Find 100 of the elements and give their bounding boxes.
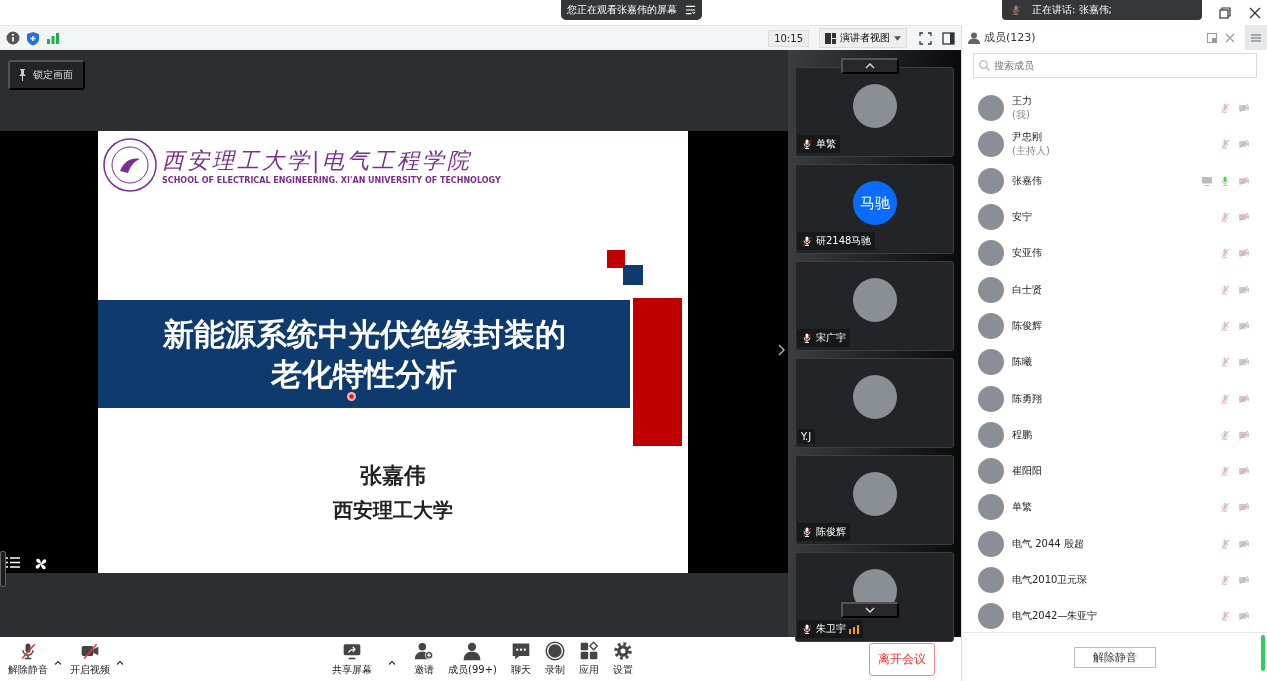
participant-name: 朱卫宇	[816, 622, 846, 636]
member-name: 崔阳阳	[1012, 464, 1043, 479]
view-dropdown[interactable]: 演讲者视图	[819, 28, 907, 48]
audio-level-bar	[1261, 635, 1265, 671]
person-icon	[968, 31, 980, 44]
avatar-photo	[978, 349, 1004, 376]
member-name: 张嘉伟	[1012, 173, 1043, 188]
member-name: 电气 2044 殷超	[1012, 536, 1085, 551]
member-row[interactable]: 安亚伟	[962, 235, 1267, 272]
avatar-photo	[978, 312, 1004, 339]
accent-square-shape	[623, 265, 643, 285]
member-row[interactable]: 安宁	[962, 198, 1267, 236]
avatar-photo	[978, 421, 1004, 448]
participant-name: Y.J	[801, 431, 812, 442]
member-name: 电气2010卫元琛	[1012, 573, 1089, 587]
video-tile[interactable]: 宋广宇	[795, 261, 954, 351]
chevron-down-icon	[865, 607, 875, 613]
video-tile[interactable]: 朱卫宇	[795, 552, 954, 642]
list-icon	[685, 5, 696, 15]
accent-square-shape	[607, 250, 625, 268]
chat-icon	[510, 641, 531, 661]
toolbar-button[interactable]: 应用	[576, 641, 601, 677]
video-tile[interactable]: Y.J	[795, 358, 954, 448]
avatar-photo	[852, 84, 897, 128]
screen-share-icon	[342, 641, 362, 661]
participant-name: 陈俊辉	[816, 525, 846, 539]
member-name: 安亚伟	[1012, 246, 1043, 261]
member-row[interactable]: 单繁	[962, 489, 1267, 526]
toolbar-button[interactable]: 邀请	[412, 641, 436, 677]
banner-text: 您正在观看张嘉伟的屏幕	[567, 3, 677, 17]
member-row[interactable]: 电气 2044 殷超	[962, 525, 1267, 562]
member-row[interactable]: 陈勇翔	[962, 380, 1267, 417]
signal-icon[interactable]	[46, 31, 60, 45]
member-row[interactable]: 电气2042—朱亚宁	[962, 598, 1267, 632]
unmute-button[interactable]: 解除静音	[1073, 646, 1156, 668]
member-row[interactable]: 崔阳阳	[962, 452, 1267, 490]
member-row[interactable]: 尹忠刚 (主持人)	[962, 126, 1267, 163]
toolbar-button[interactable]: 设置	[610, 641, 635, 677]
caret-up-icon[interactable]	[388, 660, 396, 665]
scroll-down-button[interactable]	[841, 602, 899, 618]
fullscreen-icon[interactable]	[919, 31, 932, 45]
toolbar-button[interactable]: 录制	[542, 641, 567, 677]
university-seal-icon	[102, 137, 158, 193]
audio-level-indicator	[0, 551, 6, 587]
panel-title: 成员(123)	[984, 30, 1037, 45]
popout-icon[interactable]	[1207, 32, 1217, 43]
avatar-photo	[852, 472, 897, 516]
close-icon[interactable]	[1249, 6, 1261, 19]
avatar-photo	[978, 458, 1004, 485]
layout-icon	[825, 32, 836, 44]
leave-meeting-button[interactable]: 离开会议	[869, 642, 935, 676]
slide-author: 张嘉伟	[359, 462, 427, 490]
member-name: 尹忠刚	[1012, 130, 1043, 145]
info-icon[interactable]	[6, 31, 20, 45]
member-row[interactable]: 陈俊辉	[962, 307, 1267, 345]
toolbar-button[interactable]: 开启视频	[68, 641, 112, 677]
avatar-photo	[978, 204, 1004, 231]
video-tile[interactable]: 陈俊辉	[795, 455, 954, 545]
sidebar-toggle-icon[interactable]	[942, 31, 955, 45]
shield-icon[interactable]	[26, 30, 40, 46]
toolbar-button[interactable]: 聊天	[508, 641, 533, 677]
flower-icon[interactable]	[34, 557, 48, 571]
toolbar-button[interactable]: 解除静音	[6, 641, 50, 677]
member-row[interactable]: 程鹏	[962, 416, 1267, 453]
avatar-photo	[978, 567, 1004, 593]
chevron-up-icon	[865, 63, 875, 69]
participant-name: 宋广宇	[816, 331, 846, 345]
people-icon	[462, 641, 483, 661]
member-row[interactable]: 电气2010卫元琛	[962, 561, 1267, 599]
avatar-photo	[978, 385, 1004, 412]
member-role: (主持人)	[1012, 144, 1051, 159]
toolbar-button[interactable]: 成员(99+)	[446, 641, 499, 677]
toolbar-button[interactable]: 共享屏幕	[330, 641, 374, 677]
avatar-photo	[978, 530, 1004, 557]
settings-icon	[612, 641, 633, 661]
member-row[interactable]: 王力 (我)	[962, 90, 1267, 127]
video-tile[interactable]: 单繁	[795, 67, 954, 157]
member-row[interactable]: 张嘉伟	[962, 162, 1267, 199]
pointer-icon	[347, 392, 356, 401]
member-row[interactable]: 白士贤	[962, 271, 1267, 308]
logo-title: 西安理工大学|电气工程学院	[162, 146, 474, 176]
avatar-photo	[978, 276, 1004, 303]
list-icon[interactable]	[6, 557, 20, 568]
member-row[interactable]: 陈曦	[962, 344, 1267, 381]
member-name: 陈俊辉	[1012, 318, 1043, 333]
lock-view-button[interactable]: 锁定画面	[8, 60, 85, 90]
caret-icon	[894, 35, 901, 41]
participant-name: 单繁	[816, 137, 836, 151]
slide-affiliation: 西安理工大学	[332, 497, 454, 524]
caret-up-icon[interactable]	[116, 660, 124, 665]
avatar-photo	[978, 240, 1004, 267]
restore-icon[interactable]	[1219, 6, 1231, 19]
search-field[interactable]: 搜索成员	[973, 53, 1257, 78]
scroll-up-button[interactable]	[841, 58, 899, 74]
caret-up-icon[interactable]	[54, 660, 62, 665]
avatar-photo	[978, 131, 1004, 158]
person-add-icon	[414, 641, 434, 661]
video-tile[interactable]: 马驰 研2148马驰	[795, 164, 954, 254]
speaker-text: 正在讲话: 张嘉伟;	[1032, 3, 1112, 17]
avatar-photo	[852, 278, 897, 322]
